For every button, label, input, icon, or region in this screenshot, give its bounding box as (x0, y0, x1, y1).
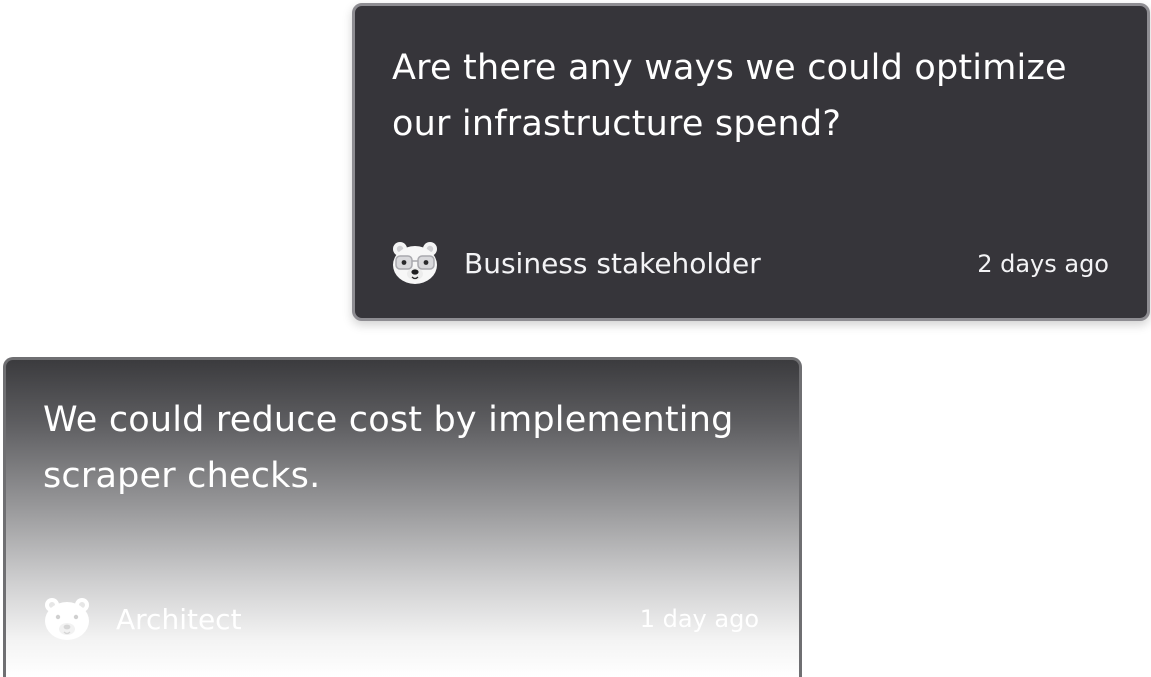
polar-bear-icon (42, 596, 92, 642)
author-name: Architect (116, 602, 242, 636)
author-name: Business stakeholder (464, 246, 761, 280)
chat-canvas: Are there any ways we could optimize our… (0, 0, 1151, 677)
answer-meta: Architect (42, 596, 242, 642)
polar-bear-with-glasses-icon (390, 240, 440, 286)
timestamp: 1 day ago (639, 605, 759, 633)
timestamp: 2 days ago (977, 250, 1109, 278)
question-text: Are there any ways we could optimize our… (392, 48, 1067, 144)
question-card[interactable]: Are there any ways we could optimize our… (352, 3, 1150, 321)
answer-text: We could reduce cost by implementing scr… (43, 400, 734, 496)
answer-card[interactable]: We could reduce cost by implementing scr… (3, 357, 802, 677)
question-meta: Business stakeholder (390, 240, 761, 286)
